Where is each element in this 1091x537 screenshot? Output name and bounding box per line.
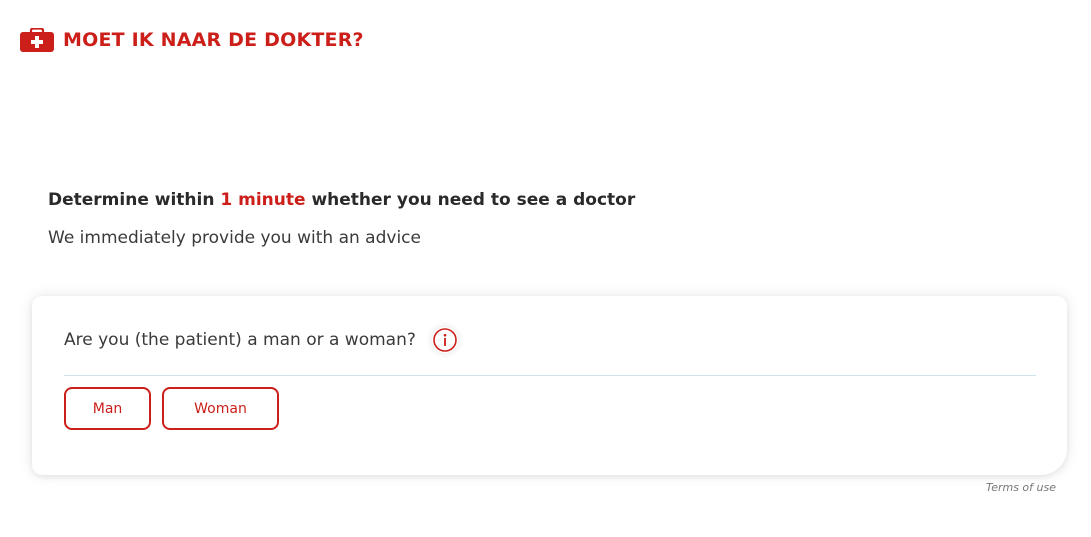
question-card: Are you (the patient) a man or a woman? … <box>32 296 1067 475</box>
brand-logo[interactable]: MOET IK NAAR DE DOKTER? <box>20 28 364 52</box>
page-subtitle: We immediately provide you with an advic… <box>48 228 421 248</box>
headline-text-start: Determine within <box>48 190 221 210</box>
page-headline: Determine within 1 minute whether you ne… <box>48 190 635 210</box>
headline-text-end: whether you need to see a doctor <box>305 190 636 210</box>
brand-title: MOET IK NAAR DE DOKTER? <box>63 29 364 51</box>
info-button[interactable] <box>431 327 458 353</box>
option-man-button[interactable]: Man <box>64 387 151 430</box>
question-divider <box>64 375 1036 376</box>
headline-accent: 1 minute <box>220 190 306 210</box>
question-row: Are you (the patient) a man or a woman? <box>64 327 458 353</box>
option-woman-button[interactable]: Woman <box>162 387 279 430</box>
terms-of-use-link[interactable]: Terms of use <box>986 481 1056 494</box>
page: MOET IK NAAR DE DOKTER? Determine within… <box>0 0 1091 537</box>
answer-options: Man Woman <box>64 387 279 430</box>
question-text: Are you (the patient) a man or a woman? <box>64 330 416 350</box>
first-aid-kit-icon <box>20 28 54 52</box>
info-icon <box>433 328 457 352</box>
